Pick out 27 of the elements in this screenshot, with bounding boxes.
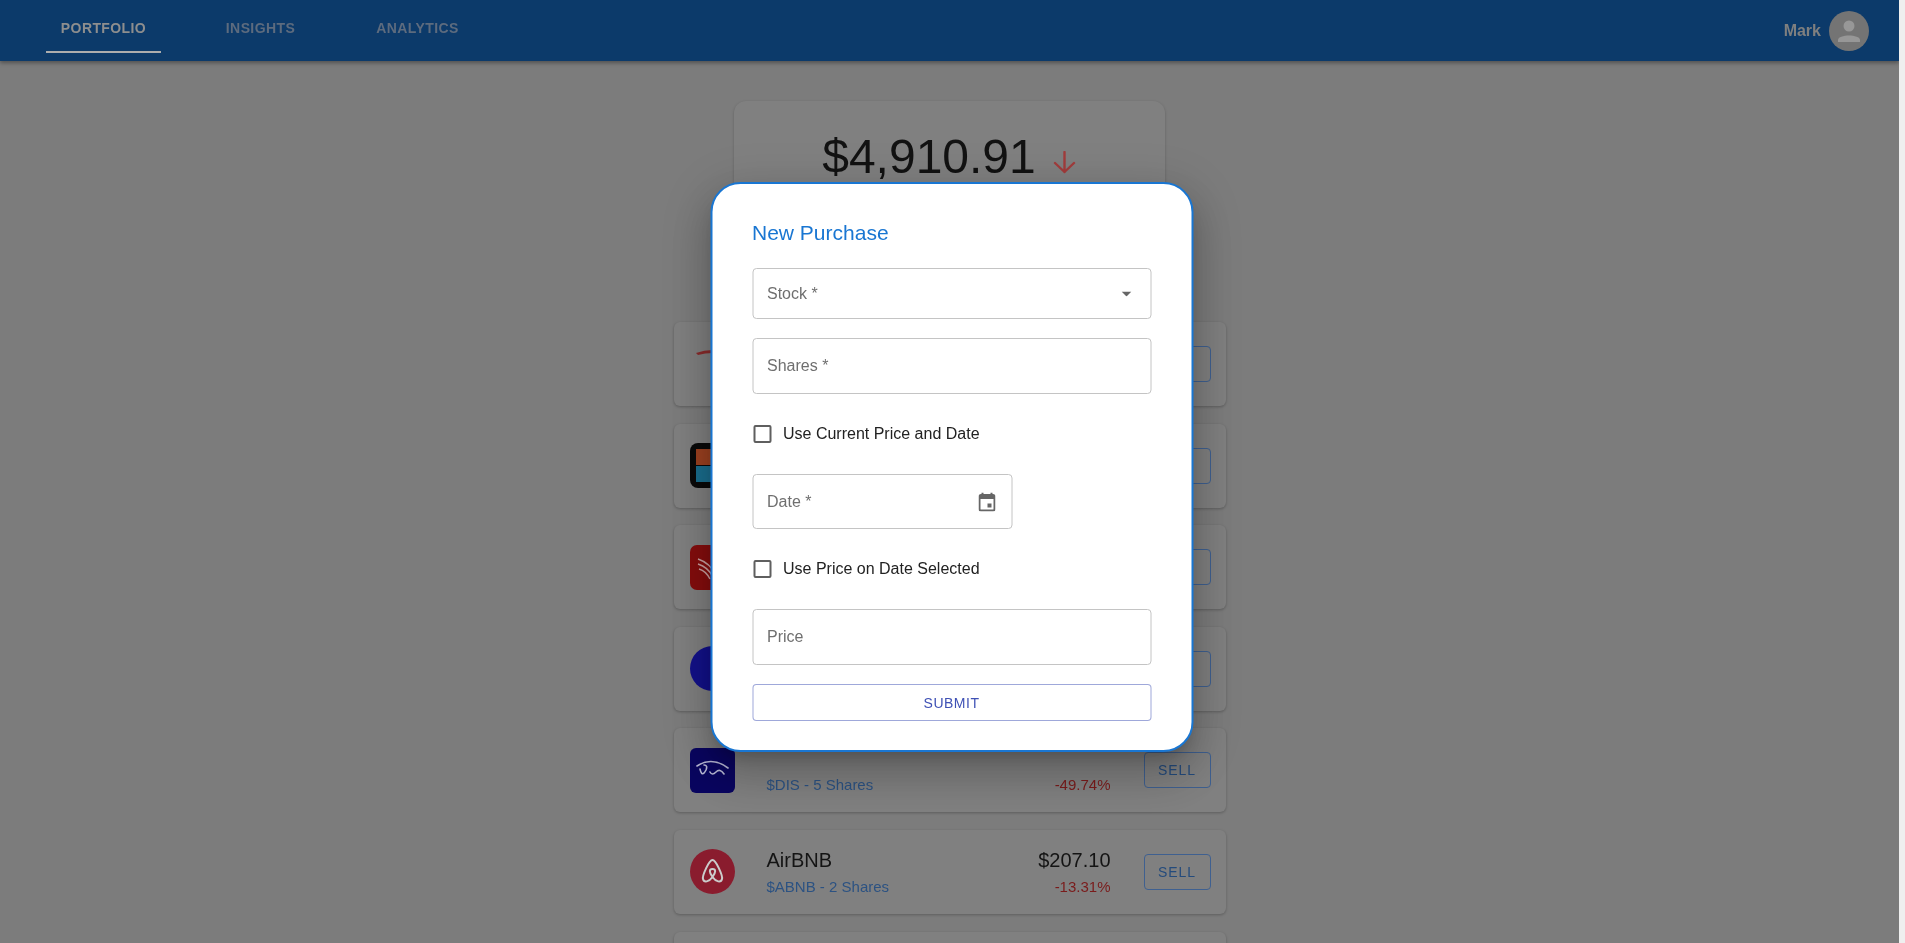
input-field[interactable]: Shares * bbox=[752, 338, 1151, 394]
loop-logo-icon bbox=[689, 849, 735, 895]
select-field[interactable]: Stock * bbox=[752, 268, 1151, 319]
input-field[interactable]: Price bbox=[752, 609, 1151, 665]
nav-tab[interactable]: ANALYTICS bbox=[360, 5, 475, 53]
checkbox[interactable] bbox=[753, 425, 771, 443]
shares-text: $DIS - 5 Shares bbox=[766, 775, 875, 796]
date-field[interactable]: Date * bbox=[752, 474, 1012, 529]
script-logo-icon bbox=[689, 747, 735, 793]
stock-name: AirBNB bbox=[766, 847, 834, 873]
total-value: $4,910.91 bbox=[822, 133, 1036, 181]
nav-tab[interactable]: INSIGHTS bbox=[203, 5, 318, 53]
submit-button[interactable]: SUBMIT bbox=[752, 684, 1151, 721]
calendar-icon[interactable] bbox=[978, 492, 995, 511]
checkbox[interactable] bbox=[753, 560, 771, 578]
sell-button[interactable]: SELL bbox=[1143, 853, 1211, 890]
stock-price: $207.10 bbox=[1038, 847, 1111, 873]
caret-icon bbox=[1121, 291, 1131, 296]
checkbox-label[interactable]: Use Price on Date Selected bbox=[783, 560, 980, 578]
shares-text: $ABNB - 2 Shares bbox=[766, 876, 891, 897]
user-name[interactable]: Mark bbox=[1783, 21, 1821, 40]
nav-tab[interactable]: PORTFOLIO bbox=[46, 5, 161, 53]
checkbox-label[interactable]: Use Current Price and Date bbox=[783, 425, 980, 443]
change-text: -49.74% bbox=[1054, 775, 1111, 796]
avatar-icon[interactable] bbox=[1829, 10, 1869, 51]
dialog-title: New Purchase bbox=[752, 220, 889, 246]
change-text: -13.31% bbox=[1054, 876, 1111, 897]
